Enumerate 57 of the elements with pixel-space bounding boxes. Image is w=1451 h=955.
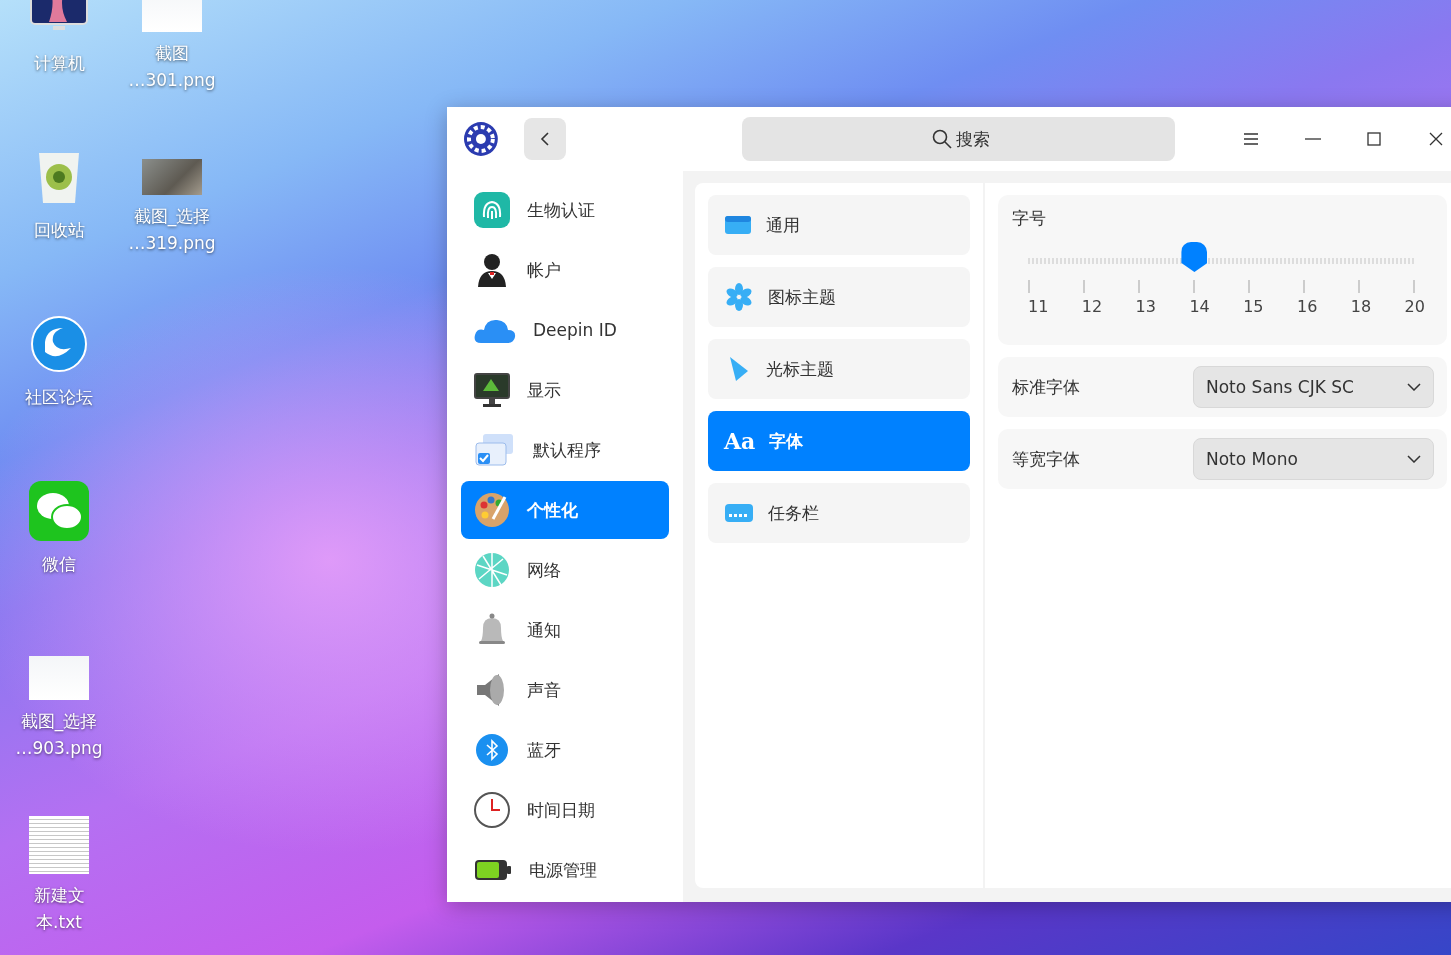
font-dropdown[interactable]: Noto Sans CJK SC <box>1193 366 1434 408</box>
sidebar-item[interactable]: 生物认证 <box>461 181 669 239</box>
tick-label: 16 <box>1297 297 1318 316</box>
sidebar-item[interactable]: 网络 <box>461 541 669 599</box>
font-glyph: Aa <box>724 428 756 454</box>
fingerprint-icon <box>473 191 511 229</box>
setting-label: 等宽字体 <box>1012 447 1080 471</box>
tick-label: 15 <box>1243 297 1264 316</box>
category-item[interactable]: 图标主题 <box>708 267 970 327</box>
monitor-icon <box>473 371 511 409</box>
sidebar-item[interactable]: 帐户 <box>461 241 669 299</box>
minimize-icon <box>1304 138 1321 140</box>
font-dropdown[interactable]: Noto Mono <box>1193 438 1434 480</box>
setting-label: 标准字体 <box>1012 375 1080 399</box>
slider-thumb[interactable] <box>1181 242 1208 272</box>
search-icon <box>931 129 952 149</box>
tick-label: 18 <box>1350 297 1372 316</box>
chat-bubbles-icon <box>27 479 91 543</box>
category-item[interactable]: 通用 <box>708 195 970 255</box>
menu-icon <box>1244 133 1259 145</box>
sidebar-item[interactable]: 蓝牙 <box>461 721 669 779</box>
search-field[interactable]: 搜索 <box>741 117 1176 161</box>
chevron-left-icon <box>538 132 551 146</box>
gear-logo-icon <box>463 121 499 157</box>
tick-label: 20 <box>1404 297 1425 316</box>
sidebar-item[interactable]: 默认程序 <box>461 421 669 479</box>
palette-icon <box>473 491 511 529</box>
category-item[interactable]: Aa 字体 <box>708 411 970 471</box>
close-icon <box>1429 132 1444 146</box>
photo-placeholder <box>142 159 202 195</box>
screenshot-thumbnail <box>142 0 202 32</box>
chevron-down-icon <box>1407 455 1421 463</box>
category-item[interactable]: 任务栏 <box>708 483 970 543</box>
sidebar-item[interactable]: 显示 <box>461 361 669 419</box>
sidebar-item[interactable]: 声音 <box>461 661 669 719</box>
sidebar-item[interactable]: 电源管理 <box>461 841 669 899</box>
back-button[interactable] <box>523 118 566 160</box>
sidebar-item[interactable]: 个性化 <box>461 481 669 539</box>
tick-label: 12 <box>1081 297 1103 316</box>
screenshot-thumbnail <box>29 656 89 700</box>
maximize-icon <box>1367 132 1382 146</box>
text-document-thumbnail <box>29 816 89 874</box>
globe-icon <box>473 551 511 589</box>
tick-label: 11 <box>1028 297 1049 316</box>
window-icon <box>724 214 752 236</box>
bluetooth-icon <box>473 731 511 769</box>
clock-icon <box>473 791 511 829</box>
category-item[interactable]: 光标主题 <box>708 339 970 399</box>
taskbar-icon <box>724 502 754 524</box>
sidebar-item[interactable]: 时间日期 <box>461 781 669 839</box>
tick-label: 13 <box>1135 297 1156 316</box>
snowflake-icon <box>724 282 754 312</box>
card-title: 字号 <box>1012 207 1047 230</box>
tick-label: 14 <box>1189 297 1210 316</box>
chevron-down-icon <box>1407 383 1421 391</box>
sidebar-item[interactable]: 通知 <box>461 601 669 659</box>
sidebar-item[interactable]: Deepin ID <box>461 301 669 359</box>
